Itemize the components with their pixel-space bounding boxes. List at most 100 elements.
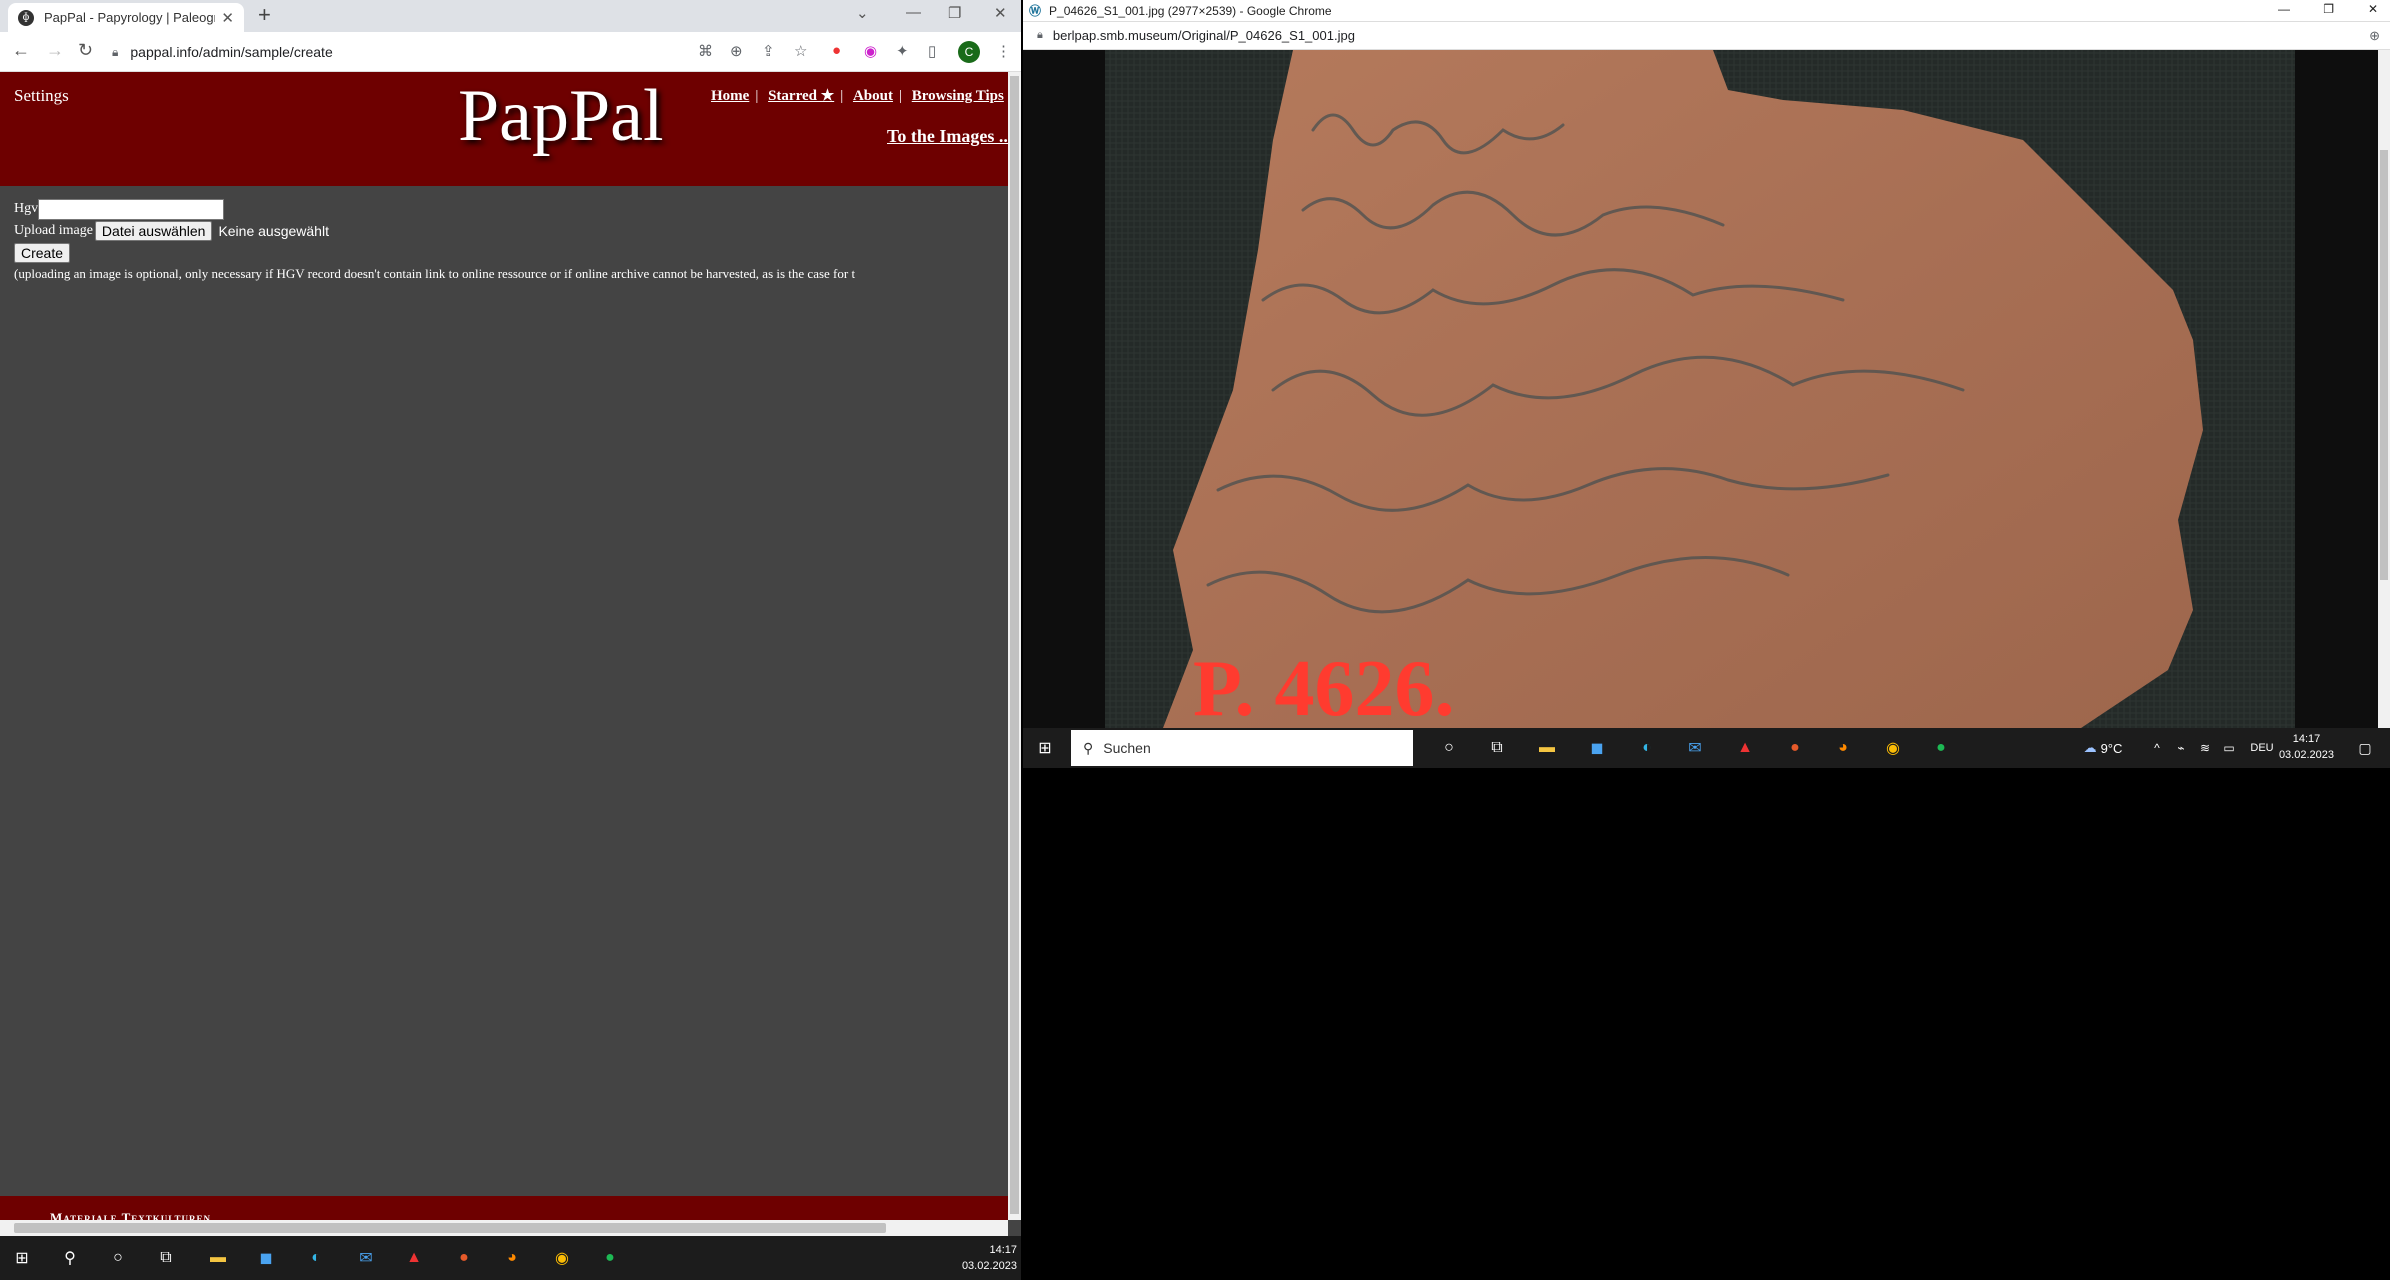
wordpress-favicon-icon: Ⓦ: [1029, 4, 1042, 18]
restore-button[interactable]: ❐: [948, 4, 961, 22]
mail-icon[interactable]: ✉: [1683, 736, 1707, 760]
zoom-icon[interactable]: ⊕: [730, 42, 743, 60]
vertical-scrollbar[interactable]: [2378, 50, 2390, 728]
site-logo[interactable]: PapPal: [458, 74, 664, 159]
battery-icon[interactable]: ▭: [2217, 736, 2241, 760]
task-view-icon[interactable]: ⧉: [154, 1246, 178, 1270]
minimize-button[interactable]: —: [2278, 2, 2290, 16]
powerpoint-icon[interactable]: ●: [452, 1246, 476, 1270]
inventory-stamp: P. 4626.: [1193, 645, 1455, 728]
extension-purple-icon[interactable]: ◉: [864, 42, 877, 60]
tab-pappal[interactable]: ɸ PapPal - Papyrology | Paleography ✕: [8, 3, 244, 32]
create-button[interactable]: Create: [14, 243, 71, 263]
mail-icon[interactable]: ✉: [354, 1246, 378, 1270]
windows-start-icon[interactable]: ⊞: [1033, 736, 1057, 760]
left-browser-window: ɸ PapPal - Papyrology | Paleography ✕ + …: [0, 0, 1021, 1236]
zoom-icon[interactable]: ⊕: [2369, 28, 2380, 44]
address-bar[interactable]: 🔒︎ pappal.info/admin/sample/create: [112, 38, 692, 66]
taskbar-search[interactable]: ⚲ Suchen: [1071, 730, 1413, 766]
forward-icon[interactable]: →: [46, 40, 64, 61]
cloud-icon: ☁: [2083, 740, 2097, 755]
firefox-icon[interactable]: ◕: [500, 1246, 524, 1270]
chevron-up-icon[interactable]: ^: [2145, 736, 2169, 760]
notification-icon[interactable]: ▢: [2353, 736, 2377, 760]
tab-search-icon[interactable]: ⌄: [856, 4, 869, 22]
close-tab-icon[interactable]: ✕: [221, 9, 234, 27]
restore-button[interactable]: ❐: [2323, 2, 2334, 16]
reload-icon[interactable]: ↻: [78, 40, 93, 61]
url-text: berlpap.smb.museum/Original/P_04626_S1_0…: [1052, 28, 1355, 43]
window-title: P_04626_S1_001.jpg (2977×2539) - Google …: [1049, 3, 1332, 18]
new-tab-button[interactable]: +: [258, 2, 271, 28]
search-icon: ⚲: [1083, 739, 1094, 756]
windows-start-icon[interactable]: ⊞: [10, 1246, 34, 1270]
tab-strip: ɸ PapPal - Papyrology | Paleography ✕ + …: [0, 0, 1021, 32]
extension-red-icon[interactable]: ●: [832, 42, 841, 59]
cortana-icon[interactable]: ○: [106, 1246, 130, 1270]
wifi-icon[interactable]: ≋: [2193, 736, 2217, 760]
side-panel-icon[interactable]: ▯: [928, 42, 936, 60]
ostracon-image: P. 4626.: [1105, 50, 2295, 728]
store-icon[interactable]: ◼: [1585, 736, 1609, 760]
to-images-link[interactable]: To the Images ...: [887, 126, 1008, 147]
lock-icon: 🔒︎: [1037, 29, 1043, 41]
site-header: Settings PapPal Home | Starred ★ | About | …: [0, 72, 1008, 186]
nav-home[interactable]: Home: [711, 88, 749, 104]
right-taskbar: ⊞ ⚲ Suchen ○ ⧉ ▬ ◼ ◐ ✉ ▲ ● ◕ ◉ ● ☁ 9°C ^ …: [1023, 728, 2390, 768]
spotify-icon[interactable]: ●: [1929, 736, 1953, 760]
network-icon[interactable]: ⌁: [2169, 736, 2193, 760]
file-explorer-icon[interactable]: ▬: [206, 1246, 230, 1270]
nav-about[interactable]: About: [853, 88, 893, 104]
store-icon[interactable]: ◼: [254, 1246, 278, 1270]
toolbar: ← → ↻ 🔒︎ pappal.info/admin/sample/create…: [0, 32, 1021, 72]
powerpoint-icon[interactable]: ●: [1783, 736, 1807, 760]
right-browser-window: Ⓦ P_04626_S1_001.jpg (2977×2539) - Googl…: [1023, 0, 2390, 768]
hgv-input[interactable]: [38, 198, 225, 220]
profile-avatar[interactable]: C: [958, 41, 980, 63]
nav-starred[interactable]: Starred ★: [768, 88, 834, 104]
settings-link[interactable]: Settings: [14, 86, 69, 106]
edge-icon[interactable]: ◐: [304, 1246, 328, 1270]
upload-note: (uploading an image is optional, only ne…: [14, 266, 856, 281]
weather-widget[interactable]: ☁ 9°C: [2073, 736, 2133, 760]
clock[interactable]: 14:17 03.02.2023: [962, 1242, 1017, 1274]
lock-icon: 🔒︎: [112, 44, 119, 59]
close-window-button[interactable]: ✕: [2368, 2, 2378, 16]
nav-browsing-tips[interactable]: Browsing Tips: [912, 88, 1004, 104]
acrobat-icon[interactable]: ▲: [402, 1246, 426, 1270]
acrobat-icon[interactable]: ▲: [1733, 736, 1757, 760]
cortana-icon[interactable]: ○: [1437, 736, 1461, 760]
vertical-scrollbar[interactable]: [1008, 72, 1021, 1220]
choose-file-button[interactable]: Datei auswählen: [94, 221, 213, 241]
search-placeholder: Suchen: [1103, 740, 1151, 756]
file-explorer-icon[interactable]: ▬: [1535, 736, 1559, 760]
title-bar: Ⓦ P_04626_S1_001.jpg (2977×2539) - Googl…: [1023, 0, 2390, 22]
clock[interactable]: 14:17 03.02.2023: [2279, 731, 2334, 763]
create-sample-form: Hgv Upload image Datei auswählen Keine a…: [14, 198, 329, 264]
menu-kebab-icon[interactable]: ⋮: [996, 42, 1011, 60]
horizontal-scrollbar[interactable]: [0, 1220, 1008, 1236]
chrome-icon[interactable]: ◉: [550, 1246, 574, 1270]
task-view-icon[interactable]: ⧉: [1485, 736, 1509, 760]
translate-icon[interactable]: ⌘: [698, 42, 713, 60]
firefox-icon[interactable]: ◕: [1831, 736, 1855, 760]
extensions-puzzle-icon[interactable]: ✦: [896, 42, 909, 60]
upload-label: Upload image: [14, 223, 93, 238]
back-icon[interactable]: ←: [12, 40, 30, 61]
tab-title: PapPal - Papyrology | Paleography: [44, 10, 215, 25]
spotify-icon[interactable]: ●: [598, 1246, 622, 1270]
search-icon[interactable]: ⚲: [58, 1246, 82, 1270]
address-bar[interactable]: 🔒︎ berlpap.smb.museum/Original/P_04626_S…: [1023, 22, 2390, 50]
close-window-button[interactable]: ✕: [994, 4, 1007, 22]
bookmark-star-icon[interactable]: ☆: [794, 42, 807, 60]
pappal-page: Settings PapPal Home | Starred ★ | About | …: [0, 72, 1008, 1236]
left-taskbar: ⊞ ⚲ ○ ⧉ ▬ ◼ ◐ ✉ ▲ ● ◕ ◉ ● 14:17 03.02.20…: [0, 1236, 1021, 1280]
minimize-button[interactable]: —: [906, 4, 921, 21]
hgv-label: Hgv: [14, 201, 39, 216]
chrome-icon[interactable]: ◉: [1881, 736, 1905, 760]
image-viewer[interactable]: P. 4626.: [1023, 50, 2378, 728]
no-file-text: Keine ausgewählt: [218, 223, 329, 239]
language-indicator[interactable]: DEU: [2245, 736, 2279, 760]
share-icon[interactable]: ⇪: [762, 42, 775, 60]
edge-icon[interactable]: ◐: [1635, 736, 1659, 760]
